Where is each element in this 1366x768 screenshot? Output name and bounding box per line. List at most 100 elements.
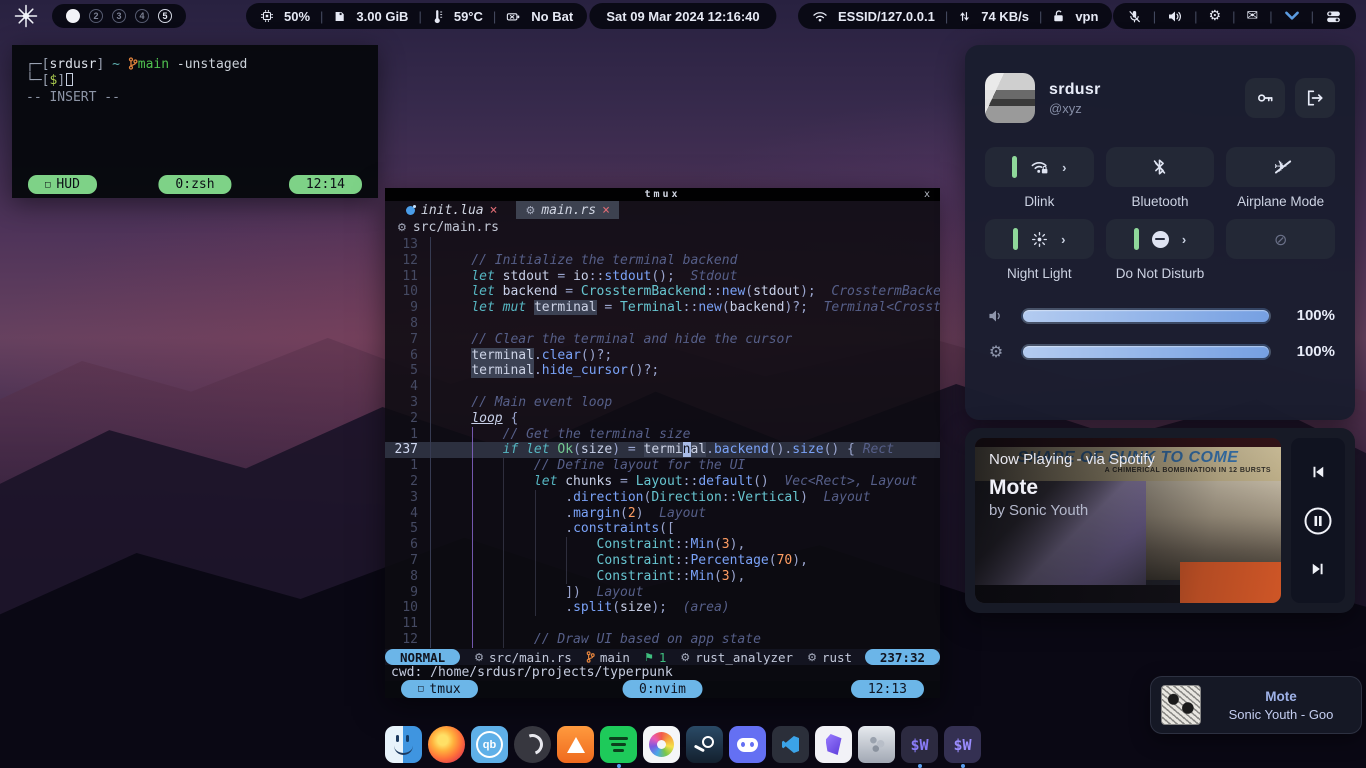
chevron-right-icon[interactable]: ›: [1061, 232, 1065, 247]
top-bar: 2 3 4 5 50% | 3.00 GiB | 59°C | No Bat S…: [0, 0, 1366, 32]
separator: |: [1311, 9, 1314, 24]
dock-spotify[interactable]: [600, 726, 637, 763]
vim-mode-pill: NORMAL: [385, 649, 460, 665]
dock-discord[interactable]: [729, 726, 766, 763]
separator: |: [320, 9, 323, 24]
dock-obsidian[interactable]: [815, 726, 852, 763]
code-line: 6 Constraint::Min(3),: [385, 537, 940, 553]
notification-body: Sonic Youth - Goo: [1211, 707, 1351, 722]
dock-firefox[interactable]: [428, 726, 465, 763]
key-icon: [1255, 88, 1275, 108]
memory-icon: [333, 10, 346, 23]
volume-icon: [985, 308, 1007, 324]
photos-icon: [649, 732, 674, 757]
workspace-4[interactable]: 4: [135, 9, 149, 23]
user-name: srdusr: [1049, 81, 1101, 99]
statusline-branch: main: [586, 650, 630, 665]
network-speed: 74 KB/s: [981, 9, 1029, 24]
discord-icon: [737, 738, 758, 752]
toggles-icon[interactable]: [1325, 9, 1342, 24]
track-title: Mote: [989, 476, 1038, 500]
git-branch-icon: [586, 651, 595, 663]
code-line: 2 loop {: [385, 411, 940, 427]
clock[interactable]: Sat 09 Mar 2024 12:16:40: [589, 3, 776, 29]
do-not-disturb-icon: [1152, 231, 1169, 248]
hud-terminal-window[interactable]: ┌─[srdusr] ~ main -unstaged └─[$] -- INS…: [12, 45, 378, 198]
editor-window[interactable]: tmux x init.lua × ⚙ main.rs × ⚙ src/main…: [385, 188, 940, 698]
previous-track-button[interactable]: [1308, 463, 1328, 481]
code-line: 7 // Clear the terminal and hide the cur…: [385, 332, 940, 348]
wifi-icon: [812, 10, 828, 23]
pause-button[interactable]: [1303, 506, 1333, 536]
wifi-toggle[interactable]: ›: [985, 147, 1094, 187]
dock-trash[interactable]: [858, 726, 895, 763]
logout-button[interactable]: [1295, 78, 1335, 118]
tmux-window-pill[interactable]: 0:nvim: [622, 680, 703, 698]
lock-keys-button[interactable]: [1245, 78, 1285, 118]
workspace-5[interactable]: 5: [158, 9, 172, 23]
indent-guide: [503, 458, 504, 648]
dock-steam[interactable]: [686, 726, 723, 763]
mail-icon[interactable]: ✉: [1246, 9, 1258, 23]
active-indicator: [1012, 156, 1017, 178]
dock: qb $W $W: [385, 726, 981, 763]
workspace-2[interactable]: 2: [89, 9, 103, 23]
chevron-right-icon[interactable]: ›: [1182, 232, 1186, 247]
bluetooth-toggle[interactable]: [1106, 147, 1215, 187]
workspace-1[interactable]: [66, 9, 80, 23]
system-stats: 50% | 3.00 GiB | 59°C | No Bat: [246, 3, 587, 29]
battery-icon: [506, 10, 521, 23]
airplane-mode-toggle[interactable]: ✈: [1226, 147, 1335, 187]
speaker-icon[interactable]: [1167, 9, 1183, 24]
git-branch-icon: [128, 57, 138, 70]
bluetooth-off-icon: [1152, 158, 1167, 176]
active-indicator: [1013, 228, 1018, 250]
do-not-disturb-toggle[interactable]: ›: [1106, 219, 1215, 259]
prompt-line-1: ┌─[srdusr] ~ main -unstaged: [26, 57, 364, 73]
active-indicator: [1134, 228, 1139, 250]
chevron-down-icon[interactable]: [1284, 10, 1300, 22]
window-titlebar[interactable]: tmux x: [385, 188, 940, 201]
airplane-off-icon: ✈: [1274, 159, 1287, 175]
settings-gear-icon[interactable]: ⚙: [1209, 9, 1222, 23]
tmux-clock-pill: 12:14: [289, 175, 362, 194]
window-title: tmux: [644, 188, 680, 201]
next-track-button[interactable]: [1308, 560, 1328, 578]
workspace-3[interactable]: 3: [112, 9, 126, 23]
terminal-output: ┌─[srdusr] ~ main -unstaged └─[$] -- INS…: [12, 45, 378, 106]
dock-photos[interactable]: [643, 726, 680, 763]
dock-sw-app-1[interactable]: $W: [901, 726, 938, 763]
running-indicator: [961, 764, 965, 768]
dock-sw-app-2[interactable]: $W: [944, 726, 981, 763]
launcher-star-icon[interactable]: [14, 4, 38, 28]
tab-init-lua[interactable]: init.lua ×: [397, 201, 506, 219]
code-line: 12 // Initialize the terminal backend: [385, 253, 940, 269]
dock-obs[interactable]: [514, 726, 551, 763]
toggle-label: Airplane Mode: [1226, 194, 1335, 211]
tmux-session-pill[interactable]: □tmux: [401, 680, 478, 698]
code-area[interactable]: 1312 // Initialize the terminal backend1…: [385, 237, 940, 649]
dock-file-manager[interactable]: [385, 726, 422, 763]
rust-file-icon: ⚙: [474, 651, 484, 664]
tmux-session-pill[interactable]: □HUD: [28, 175, 97, 194]
rust-file-icon: ⚙: [525, 204, 535, 217]
tab-close-icon[interactable]: ×: [490, 203, 498, 218]
volume-slider[interactable]: [1021, 308, 1271, 324]
tmux-window-pill[interactable]: 0:zsh: [158, 175, 231, 194]
tab-main-rs[interactable]: ⚙ main.rs ×: [516, 201, 619, 219]
chevron-right-icon[interactable]: ›: [1062, 160, 1066, 175]
microphone-muted-icon[interactable]: [1127, 9, 1142, 24]
brightness-slider[interactable]: [1021, 344, 1271, 360]
night-light-toggle[interactable]: ›: [985, 219, 1094, 259]
tab-close-icon[interactable]: ×: [602, 203, 610, 218]
rust-file-icon: ⚙: [807, 651, 817, 664]
dock-vlc[interactable]: [557, 726, 594, 763]
dock-qbittorrent[interactable]: qb: [471, 726, 508, 763]
code-line: 5 .constraints([: [385, 521, 940, 537]
blocked-toggle[interactable]: ⊘: [1226, 219, 1335, 259]
media-notification[interactable]: Mote Sonic Youth - Goo: [1150, 676, 1362, 734]
dock-vscode[interactable]: [772, 726, 809, 763]
window-close-button[interactable]: x: [924, 188, 930, 201]
workspace-switcher: 2 3 4 5: [52, 4, 186, 28]
album-art[interactable]: SHAPE OF PUNK TO COME A CHIMERICAL BOMBI…: [975, 438, 1281, 603]
